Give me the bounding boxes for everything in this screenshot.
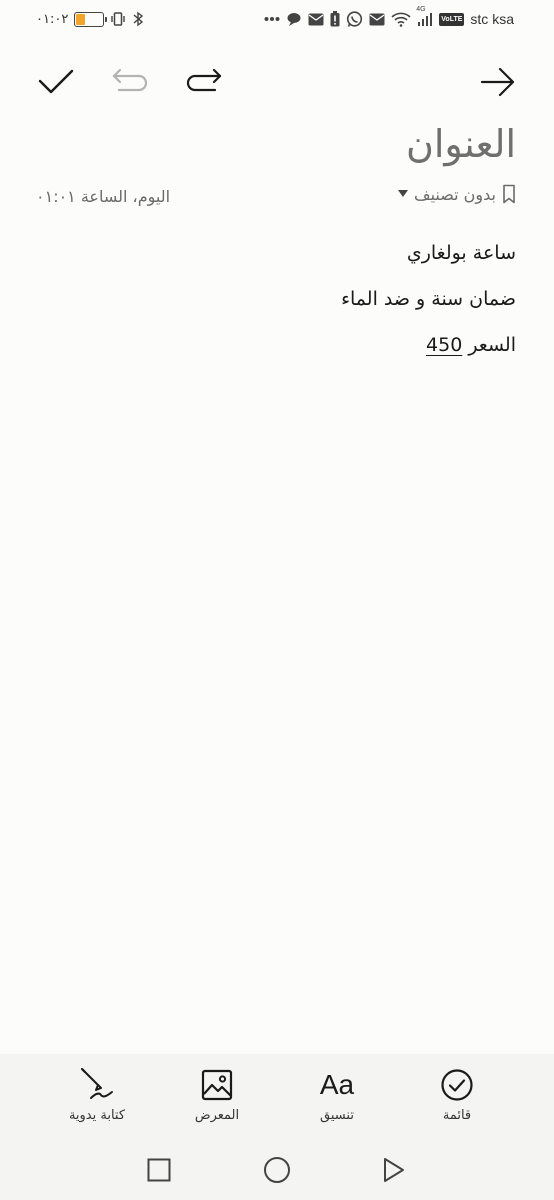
volte-badge: VoLTE (439, 12, 465, 26)
circle-icon (264, 1157, 290, 1183)
triangle-back-icon (384, 1158, 404, 1182)
format-aa-icon: Aa (319, 1069, 355, 1100)
email-icon (308, 13, 324, 26)
redo-button[interactable] (180, 58, 228, 106)
back-button[interactable] (474, 58, 522, 106)
checklist-button[interactable]: قائمة (402, 1068, 512, 1130)
status-left: ٠١:٠٢ (36, 8, 144, 30)
checklist-circle-check-icon (441, 1069, 473, 1101)
save-button[interactable] (32, 58, 80, 106)
vibrate-icon (110, 11, 126, 27)
undo-button[interactable] (106, 58, 154, 106)
note-line: ضمان سنة و ضد الماء (341, 288, 516, 310)
bottom-tools-panel: قائمة Aa تنسيق المعرض كتابة يدوية (0, 1054, 554, 1200)
price-label: السعر (468, 334, 516, 356)
home-button[interactable] (257, 1154, 297, 1186)
nav-back-button[interactable] (374, 1154, 414, 1186)
status-right: 4G VoLTE stc ksa (264, 6, 514, 30)
arrow-right-icon (480, 67, 515, 97)
carrier-name: stc ksa (470, 11, 514, 27)
system-nav-bar (0, 1142, 554, 1200)
gallery-label: المعرض (194, 1108, 240, 1123)
bookmark-icon (503, 184, 515, 204)
square-icon (147, 1158, 171, 1182)
whatsapp-icon (346, 10, 363, 28)
more-notifications-icon (264, 16, 280, 22)
redo-icon (186, 68, 222, 92)
gallery-button[interactable]: المعرض (162, 1068, 272, 1130)
format-button[interactable]: Aa تنسيق (282, 1068, 392, 1130)
note-title-input[interactable]: العنوان (406, 122, 516, 166)
note-body-editor[interactable]: ساعة بولغاري ضمان سنة و ضد الماء السعر 4… (36, 236, 516, 374)
network-type: 4G (416, 6, 426, 13)
note-timestamp: اليوم، الساعة ٠١:٠١ (36, 187, 171, 206)
battery-level (76, 13, 86, 25)
note-meta: بدون تصنيف اليوم، الساعة ٠١:٠١ (36, 184, 516, 210)
image-icon (201, 1069, 233, 1101)
email-icon-2 (369, 13, 385, 26)
note-line: ساعة بولغاري (406, 242, 516, 264)
bluetooth-icon (132, 11, 144, 27)
wifi-icon (391, 11, 411, 27)
status-bar: ٠١:٠٢ 4G VoLTE stc ksa (0, 0, 554, 38)
format-label: تنسيق (320, 1108, 354, 1123)
battery-alert-icon (330, 11, 340, 27)
battery-icon (74, 11, 108, 27)
recents-button[interactable] (139, 1154, 179, 1186)
handwriting-label: كتابة يدوية (68, 1108, 126, 1123)
pen-handwriting-icon (81, 1068, 113, 1099)
checkmark-icon (38, 69, 74, 94)
editor-toolbar (0, 58, 554, 106)
undo-icon (112, 68, 148, 92)
status-time: ٠١:٠٢ (36, 11, 69, 27)
dropdown-triangle-icon (398, 190, 409, 197)
category-selector[interactable]: بدون تصنيف (398, 184, 516, 204)
chat-bubble-icon (286, 11, 302, 27)
note-price-line: السعر 450 (36, 328, 516, 374)
signal-icon: 4G (416, 6, 433, 26)
price-value-link[interactable]: 450 (426, 334, 462, 356)
checklist-label: قائمة (442, 1108, 472, 1123)
handwriting-button[interactable]: كتابة يدوية (42, 1068, 152, 1130)
category-label: بدون تصنيف (414, 184, 496, 204)
